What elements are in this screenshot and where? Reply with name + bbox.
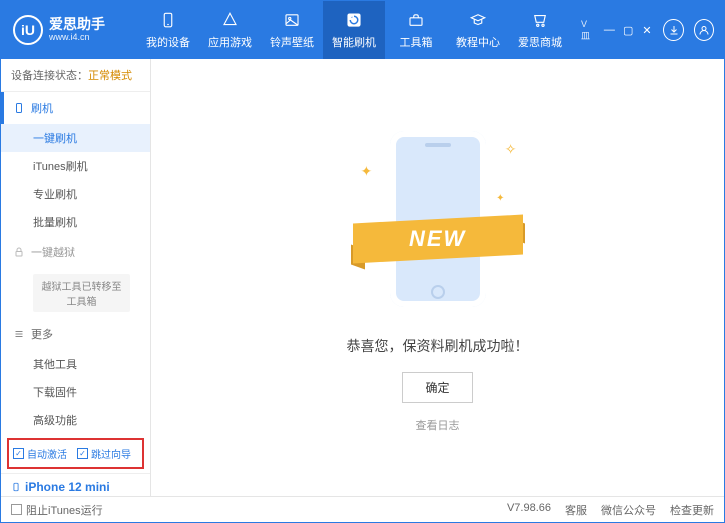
nav-label: 爱思商城	[518, 34, 562, 50]
top-nav: 我的设备 应用游戏 铃声壁纸 智能刷机 工具箱 教程中心	[137, 1, 571, 59]
status-value: 正常模式	[88, 70, 132, 82]
titlebar: iU 爱思助手 www.i4.cn 我的设备 应用游戏 铃声壁纸 智能刷机	[1, 1, 724, 59]
nav-apps-games[interactable]: 应用游戏	[199, 1, 261, 59]
sidebar-item-pro-flash[interactable]: 专业刷机	[1, 180, 150, 208]
brand-title: 爱思助手	[49, 17, 105, 32]
cart-icon	[530, 10, 550, 30]
minimize-icon[interactable]: —	[603, 24, 616, 36]
checkbox-label: 跳过向导	[91, 446, 131, 461]
phone-icon	[13, 102, 25, 114]
footer-link-support[interactable]: 客服	[565, 502, 587, 518]
refresh-icon	[344, 10, 364, 30]
section-title: 更多	[31, 326, 53, 342]
new-ribbon: NEW	[353, 219, 523, 259]
status-label: 设备连接状态：	[11, 70, 88, 82]
section-more[interactable]: 更多	[1, 318, 150, 350]
section-title: 一键越狱	[31, 244, 75, 260]
nav-tutorials[interactable]: 教程中心	[447, 1, 509, 59]
download-icon[interactable]	[663, 19, 683, 41]
section-flash[interactable]: 刷机	[1, 92, 150, 124]
nav-toolbox[interactable]: 工具箱	[385, 1, 447, 59]
jailbreak-note: 越狱工具已转移至工具箱	[33, 274, 130, 312]
device-info[interactable]: iPhone 12 mini 64GB Down-12mini-13,1	[1, 473, 150, 496]
nav-label: 教程中心	[456, 34, 500, 50]
section-jailbreak[interactable]: 一键越狱	[1, 236, 150, 268]
section-title: 刷机	[31, 100, 53, 116]
more-list: 其他工具 下载固件 高级功能	[1, 350, 150, 434]
version-label: V7.98.66	[507, 502, 551, 518]
checkbox-icon: ✓	[77, 448, 88, 459]
footer-link-update[interactable]: 检查更新	[670, 502, 714, 518]
main-panel: ✦ ✧ ✦ NEW 恭喜您，保资料刷机成功啦！ 确定 查看日志	[151, 59, 724, 496]
sidebar-item-oneclick-flash[interactable]: 一键刷机	[1, 124, 150, 152]
success-message: 恭喜您，保资料刷机成功啦！	[347, 336, 529, 356]
lock-icon	[13, 246, 25, 258]
vip-label[interactable]: V 皿	[581, 19, 597, 42]
nav-my-device[interactable]: 我的设备	[137, 1, 199, 59]
user-icon[interactable]	[694, 19, 714, 41]
nav-store[interactable]: 爱思商城	[509, 1, 571, 59]
sidebar-item-download-firmware[interactable]: 下载固件	[1, 378, 150, 406]
nav-label: 工具箱	[400, 34, 433, 50]
graduation-icon	[468, 10, 488, 30]
checkbox-label: 自动激活	[27, 446, 67, 461]
sidebar: 设备连接状态：正常模式 刷机 一键刷机 iTunes刷机 专业刷机 批量刷机 一…	[1, 59, 151, 496]
checkbox-skip-guide[interactable]: ✓ 跳过向导	[77, 446, 131, 461]
brand-url: www.i4.cn	[49, 33, 105, 43]
nav-label: 我的设备	[146, 34, 190, 50]
window-controls: V 皿 — ▢ ✕	[571, 19, 724, 42]
flash-list: 一键刷机 iTunes刷机 专业刷机 批量刷机	[1, 124, 150, 236]
menu-icon	[13, 328, 25, 340]
nav-label: 铃声壁纸	[270, 34, 314, 50]
checkbox-block-itunes[interactable]: 阻止iTunes运行	[11, 502, 103, 518]
checkbox-label: 阻止iTunes运行	[26, 502, 103, 518]
phone-icon	[11, 480, 21, 494]
appstore-icon	[220, 10, 240, 30]
view-log-link[interactable]: 查看日志	[416, 417, 460, 433]
statusbar: 阻止iTunes运行 V7.98.66 客服 微信公众号 检查更新	[1, 496, 724, 522]
success-illustration: ✦ ✧ ✦ NEW	[353, 123, 523, 318]
app-window: iU 爱思助手 www.i4.cn 我的设备 应用游戏 铃声壁纸 智能刷机	[0, 0, 725, 523]
nav-smart-flash[interactable]: 智能刷机	[323, 1, 385, 59]
checkbox-auto-activate[interactable]: ✓ 自动激活	[13, 446, 67, 461]
brand: iU 爱思助手 www.i4.cn	[1, 15, 137, 45]
brand-logo-icon: iU	[13, 15, 43, 45]
nav-ringtones[interactable]: 铃声壁纸	[261, 1, 323, 59]
image-icon	[282, 10, 302, 30]
confirm-button[interactable]: 确定	[402, 372, 472, 403]
maximize-icon[interactable]: ▢	[622, 24, 635, 37]
phone-icon	[158, 10, 178, 30]
nav-label: 智能刷机	[332, 34, 376, 50]
sidebar-item-itunes-flash[interactable]: iTunes刷机	[1, 152, 150, 180]
checkbox-icon	[11, 504, 22, 515]
nav-label: 应用游戏	[208, 34, 252, 50]
sidebar-item-advanced[interactable]: 高级功能	[1, 406, 150, 434]
connection-status: 设备连接状态：正常模式	[1, 59, 150, 92]
device-name: iPhone 12 mini	[11, 480, 140, 494]
footer-link-wechat[interactable]: 微信公众号	[601, 502, 656, 518]
toolbox-icon	[406, 10, 426, 30]
options-row: ✓ 自动激活 ✓ 跳过向导	[7, 438, 144, 469]
close-icon[interactable]: ✕	[641, 24, 654, 37]
sidebar-item-other-tools[interactable]: 其他工具	[1, 350, 150, 378]
checkbox-icon: ✓	[13, 448, 24, 459]
sidebar-item-batch-flash[interactable]: 批量刷机	[1, 208, 150, 236]
ribbon-text: NEW	[409, 226, 466, 252]
